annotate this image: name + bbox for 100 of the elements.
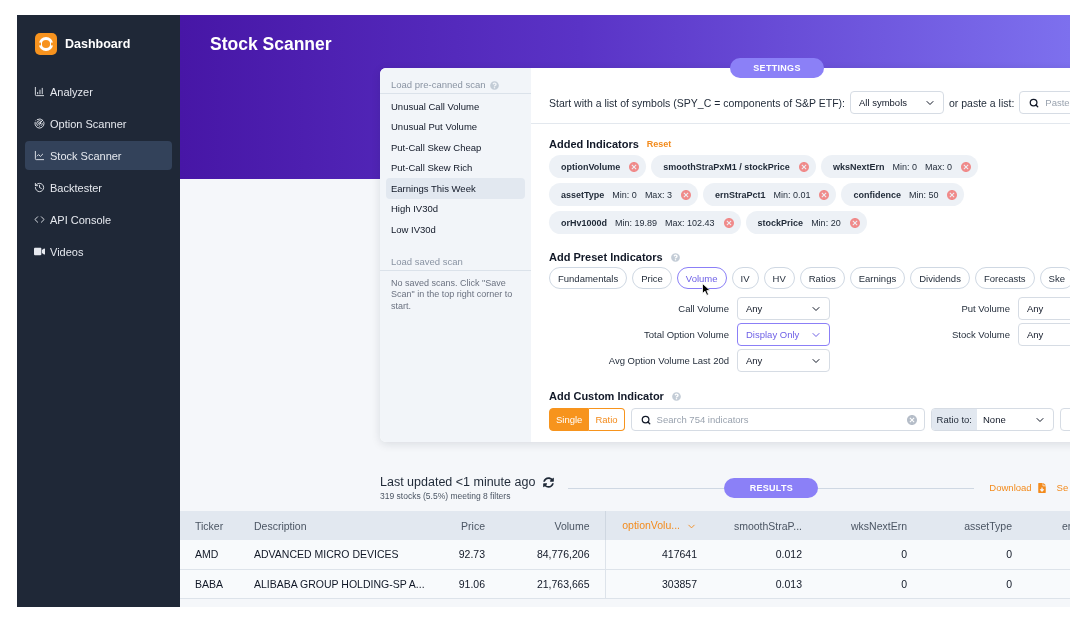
table-cell: 92.73: [430, 540, 500, 569]
clear-icon[interactable]: [905, 413, 918, 426]
remove-icon[interactable]: [848, 216, 861, 229]
paste-field[interactable]: Paste: [1019, 91, 1070, 114]
remove-icon[interactable]: [797, 160, 810, 173]
table-cell: AMD: [180, 540, 240, 569]
mouse-cursor-icon: [701, 283, 711, 296]
help-icon: [671, 391, 681, 401]
remove-icon[interactable]: [722, 216, 735, 229]
category-chip[interactable]: HV: [763, 267, 795, 289]
select-field[interactable]: All symbols: [849, 91, 944, 114]
last-updated-text: Last updated <1 minute ago: [380, 474, 536, 490]
indicator-name: smoothStraPxM1 / stockPrice: [663, 161, 790, 172]
indicator-name: wksNextErn: [832, 161, 885, 172]
refresh-icon[interactable]: [543, 476, 555, 488]
section-label: Load pre-canned scan: [391, 79, 486, 91]
scan-item[interactable]: Earnings This Week: [386, 178, 525, 199]
column-header[interactable]: Price: [430, 511, 500, 540]
remove-icon[interactable]: [818, 188, 831, 201]
help-icon: [489, 80, 499, 90]
paste-input[interactable]: Paste: [1045, 97, 1070, 108]
scan-item[interactable]: Put-Call Skew Cheap: [386, 137, 525, 158]
history-icon: [34, 182, 45, 193]
table-cell: 91.06: [430, 569, 500, 598]
field-label: Put Volume: [960, 303, 1010, 314]
nav-item[interactable]: Option Scanner: [25, 109, 172, 138]
column-header[interactable]: Volume: [500, 511, 605, 540]
indicator-filter: Max: 102.43: [665, 217, 715, 228]
field-label: Start with a list of symbols (SPY_C = components of S&P ETF):: [549, 96, 845, 109]
search-field[interactable]: Search 754 indicators: [630, 408, 925, 431]
ratio-label: Ratio to:: [931, 409, 977, 430]
indicator-filter: Min: 0: [612, 189, 637, 200]
indicator-filter: Min: 0.01: [773, 189, 811, 200]
indicator-name: confidence: [853, 189, 901, 200]
table-cell: 21,763,665: [500, 569, 605, 598]
nav-item[interactable]: Videos: [25, 237, 172, 266]
table-cell: ALIBABA GROUP HOLDING-SP A...: [240, 569, 430, 598]
select-field[interactable]: Any: [1018, 323, 1070, 346]
scan-item[interactable]: Unusual Put Volume: [386, 116, 525, 137]
column-header[interactable]: wksNextErn: [817, 511, 922, 540]
category-chip[interactable]: Ske: [1039, 267, 1070, 289]
remove-icon[interactable]: [628, 160, 641, 173]
section-badge: SETTINGS: [730, 58, 824, 78]
column-header[interactable]: assetType: [922, 511, 1027, 540]
field-label: Total Option Volume: [642, 329, 729, 340]
nav-item[interactable]: Backtester: [25, 173, 172, 202]
select-field[interactable]: Any: [1018, 297, 1070, 320]
column-header[interactable]: Description: [240, 511, 430, 540]
category-chip[interactable]: Fundamentals: [549, 267, 628, 289]
category-chip[interactable]: Ratios: [799, 267, 845, 289]
scan-item[interactable]: Put-Call Skew Rich: [386, 157, 525, 178]
scan-item[interactable]: High IV30d: [386, 198, 525, 219]
scan-item[interactable]: Low IV30d: [386, 219, 525, 240]
empty-message: No saved scans. Click "Save Scan" in the top right corner to start.: [390, 276, 514, 312]
table-cell: 0.012: [712, 540, 817, 569]
section-title: Add Custom Indicator: [549, 390, 664, 402]
remove-icon[interactable]: [679, 188, 692, 201]
table-cell: 417641: [605, 540, 712, 569]
section-title: Added Indicators: [549, 138, 639, 150]
indicator-name: orHv1000d: [561, 217, 608, 228]
nav-item[interactable]: Analyzer: [25, 77, 172, 106]
video-camera-icon: [34, 246, 45, 257]
search-icon: [1029, 97, 1040, 108]
table-cell: ADVANCED MICRO DEVICES: [240, 540, 430, 569]
file-icon: [1036, 482, 1047, 493]
indicator-filter: Min: 19.89: [615, 217, 658, 228]
page-title: Stock Scanner: [210, 33, 333, 56]
select-field[interactable]: Any: [737, 297, 830, 320]
remove-icon[interactable]: [946, 188, 959, 201]
scan-item[interactable]: Unusual Call Volume: [386, 96, 525, 117]
logo-icon: [35, 33, 57, 55]
select-field[interactable]: Any: [737, 349, 830, 372]
remove-icon[interactable]: [959, 160, 972, 173]
table-cell: 0: [817, 569, 922, 598]
results-summary: 319 stocks (5.5%) meeting 8 filters: [380, 491, 512, 502]
field-label: Avg Option Volume Last 20d: [607, 355, 729, 366]
category-chip[interactable]: IV: [731, 267, 759, 289]
indicator-name: optionVolume: [561, 161, 621, 172]
nav-item[interactable]: API Console: [25, 205, 172, 234]
column-header[interactable]: Ticker: [180, 511, 240, 540]
ratio-select[interactable]: Ratio to: None: [930, 408, 1054, 431]
search-input[interactable]: Search 754 indicators: [656, 414, 900, 425]
field-label: Call Volume: [677, 303, 729, 314]
select-field[interactable]: Display Only: [737, 323, 830, 346]
table-cell: 0: [922, 540, 1027, 569]
category-chip[interactable]: Price: [632, 267, 672, 289]
help-icon: [670, 252, 680, 262]
column-header[interactable]: smoothStraP...: [712, 511, 817, 540]
table-cell: 84,776,206: [500, 540, 605, 569]
code-icon: [34, 214, 45, 225]
indicator-filter: Min: 20: [811, 217, 841, 228]
search-icon: [640, 414, 651, 425]
line-chart-icon: [34, 150, 45, 161]
table-cell: 303857: [605, 569, 712, 598]
category-chip[interactable]: Earnings: [849, 267, 906, 289]
nav-item[interactable]: Stock Scanner: [25, 141, 172, 170]
category-chip[interactable]: Forecasts: [974, 267, 1035, 289]
indicator-filter: Min: 0: [892, 161, 917, 172]
category-chip[interactable]: Dividends: [910, 267, 970, 289]
indicator-filter: Min: 50: [908, 189, 939, 200]
